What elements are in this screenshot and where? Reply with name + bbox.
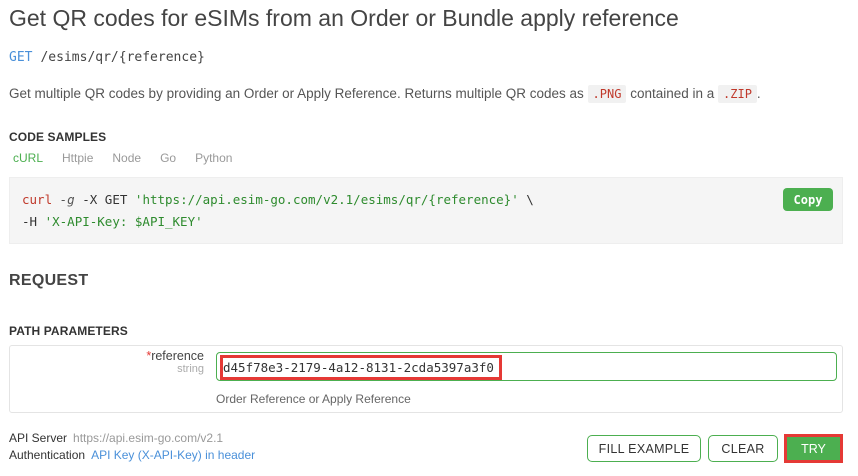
curl-flag-g: -g	[59, 192, 75, 207]
curl-opts: -X GET	[74, 192, 135, 207]
authentication-link[interactable]: API Key (X-API-Key) in header	[91, 448, 255, 462]
description-text-end: .	[756, 86, 761, 101]
fill-example-button[interactable]: FILL EXAMPLE	[587, 435, 701, 462]
path-parameters-label: PATH PARAMETERS	[9, 324, 128, 338]
tab-python[interactable]: Python	[195, 151, 232, 165]
reference-input[interactable]: d45f78e3-2179-4a12-8131-2cda5397a3f0	[216, 352, 837, 381]
png-code: .PNG	[587, 85, 627, 103]
try-button[interactable]: TRY	[787, 437, 840, 460]
code-sample-block: curl -g -X GET 'https://api.esim-go.com/…	[9, 177, 843, 244]
copy-button[interactable]: Copy	[783, 188, 833, 211]
tab-curl[interactable]: cURL	[13, 151, 43, 165]
curl-flag-h: -H	[22, 214, 38, 229]
try-button-highlight: TRY	[784, 434, 843, 463]
path-parameters-panel: *reference string d45f78e3-2179-4a12-813…	[9, 345, 843, 413]
api-server-row: API Server https://api.esim-go.com/v2.1	[9, 431, 223, 445]
line-continuation: \	[518, 192, 534, 207]
tab-node[interactable]: Node	[112, 151, 141, 165]
code-samples-label: CODE SAMPLES	[9, 130, 107, 144]
description-text-middle: contained in a	[626, 86, 719, 101]
reference-value[interactable]: d45f78e3-2179-4a12-8131-2cda5397a3f0	[220, 355, 502, 380]
clear-button[interactable]: CLEAR	[708, 435, 778, 462]
curl-command: curl	[22, 192, 53, 207]
curl-url: 'https://api.esim-go.com/v2.1/esims/qr/{…	[134, 192, 519, 207]
request-heading: REQUEST	[9, 272, 89, 289]
description: Get multiple QR codes by providing an Or…	[9, 85, 761, 103]
param-name-label: reference	[151, 349, 204, 363]
param-name: *reference	[146, 349, 204, 363]
tab-httpie[interactable]: Httpie	[62, 151, 93, 165]
zip-code: .ZIP	[718, 85, 757, 103]
api-server-value: https://api.esim-go.com/v2.1	[73, 431, 224, 445]
code-sample-tabs: cURL Httpie Node Go Python	[13, 151, 251, 165]
http-method: GET	[9, 50, 33, 65]
tab-go[interactable]: Go	[160, 151, 176, 165]
endpoint: GET/esims/qr/{reference}	[9, 50, 205, 65]
code-line-2: -H 'X-API-Key: $API_KEY'	[22, 214, 203, 229]
authentication-label: Authentication	[9, 448, 86, 462]
description-text: Get multiple QR codes by providing an Or…	[9, 86, 588, 101]
param-type: string	[177, 363, 204, 375]
curl-header: 'X-API-Key: $API_KEY'	[44, 214, 203, 229]
code-line-1: curl -g -X GET 'https://api.esim-go.com/…	[22, 192, 534, 207]
endpoint-path: /esims/qr/{reference}	[40, 50, 205, 65]
param-help-text: Order Reference or Apply Reference	[216, 392, 411, 406]
page-title: Get QR codes for eSIMs from an Order or …	[9, 5, 679, 31]
authentication-row: Authentication API Key (X-API-Key) in hea…	[9, 448, 255, 462]
api-server-label: API Server	[9, 431, 68, 445]
